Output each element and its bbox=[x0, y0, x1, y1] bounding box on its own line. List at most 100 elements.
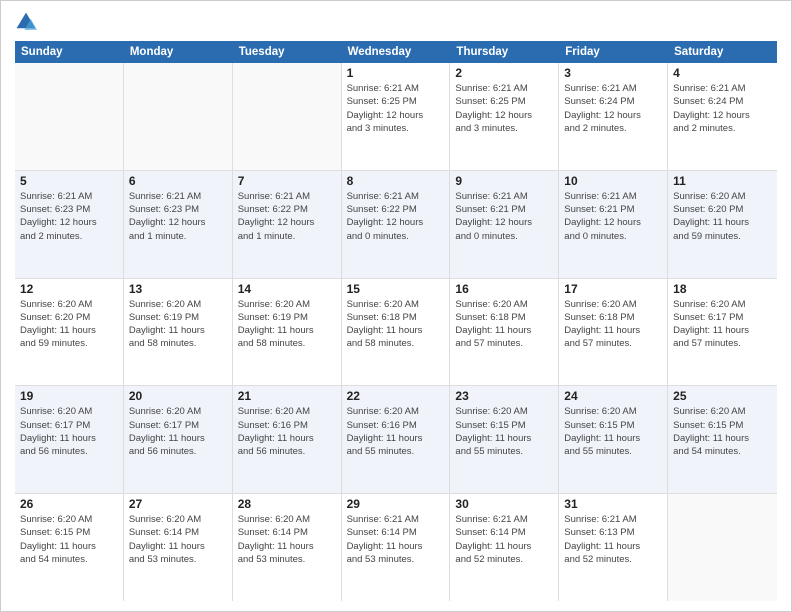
weekday-header: Monday bbox=[124, 41, 233, 63]
day-number: 3 bbox=[564, 66, 662, 80]
day-number: 31 bbox=[564, 497, 662, 511]
day-number: 16 bbox=[455, 282, 553, 296]
calendar-row: 5 Sunrise: 6:21 AM Sunset: 6:23 PM Daylig… bbox=[15, 171, 777, 279]
day-info: Sunrise: 6:20 AM Sunset: 6:16 PM Dayligh… bbox=[238, 405, 336, 458]
day-number: 30 bbox=[455, 497, 553, 511]
calendar-cell bbox=[124, 63, 233, 170]
calendar-cell: 31 Sunrise: 6:21 AM Sunset: 6:13 PM Dayli… bbox=[559, 494, 668, 601]
day-info: Sunrise: 6:20 AM Sunset: 6:18 PM Dayligh… bbox=[564, 298, 662, 351]
day-number: 23 bbox=[455, 389, 553, 403]
calendar-cell: 3 Sunrise: 6:21 AM Sunset: 6:24 PM Daylig… bbox=[559, 63, 668, 170]
calendar-cell: 7 Sunrise: 6:21 AM Sunset: 6:22 PM Daylig… bbox=[233, 171, 342, 278]
calendar-cell: 16 Sunrise: 6:20 AM Sunset: 6:18 PM Dayli… bbox=[450, 279, 559, 386]
day-info: Sunrise: 6:20 AM Sunset: 6:15 PM Dayligh… bbox=[20, 513, 118, 566]
calendar-cell: 1Sunrise: 6:21 AM Sunset: 6:25 PM Daylig… bbox=[342, 63, 451, 170]
calendar-cell: 30 Sunrise: 6:21 AM Sunset: 6:14 PM Dayli… bbox=[450, 494, 559, 601]
calendar-cell: 6Sunrise: 6:21 AM Sunset: 6:23 PM Daylig… bbox=[124, 171, 233, 278]
calendar-cell bbox=[15, 63, 124, 170]
logo-icon bbox=[15, 11, 37, 33]
day-number: 19 bbox=[20, 389, 118, 403]
day-number: 8 bbox=[347, 174, 445, 188]
calendar-cell: 23 Sunrise: 6:20 AM Sunset: 6:15 PM Dayli… bbox=[450, 386, 559, 493]
day-number: 11 bbox=[673, 174, 772, 188]
day-number: 12 bbox=[20, 282, 118, 296]
day-number: 28 bbox=[238, 497, 336, 511]
day-info: Sunrise: 6:21 AM Sunset: 6:21 PM Dayligh… bbox=[564, 190, 662, 243]
day-info: Sunrise: 6:20 AM Sunset: 6:15 PM Dayligh… bbox=[455, 405, 553, 458]
day-info: Sunrise: 6:21 AM Sunset: 6:24 PM Dayligh… bbox=[673, 82, 772, 135]
calendar-cell: 28 Sunrise: 6:20 AM Sunset: 6:14 PM Dayli… bbox=[233, 494, 342, 601]
day-number: 2 bbox=[455, 66, 553, 80]
weekday-header: Saturday bbox=[668, 41, 777, 63]
day-info: Sunrise: 6:20 AM Sunset: 6:19 PM Dayligh… bbox=[129, 298, 227, 351]
weekday-header: Tuesday bbox=[233, 41, 342, 63]
calendar-row: 26Sunrise: 6:20 AM Sunset: 6:15 PM Dayli… bbox=[15, 494, 777, 601]
calendar-header: SundayMondayTuesdayWednesdayThursdayFrid… bbox=[15, 41, 777, 63]
calendar-row: 12 Sunrise: 6:20 AM Sunset: 6:20 PM Dayli… bbox=[15, 279, 777, 387]
day-number: 10 bbox=[564, 174, 662, 188]
calendar-cell: 12 Sunrise: 6:20 AM Sunset: 6:20 PM Dayli… bbox=[15, 279, 124, 386]
day-info: Sunrise: 6:21 AM Sunset: 6:22 PM Dayligh… bbox=[347, 190, 445, 243]
day-number: 14 bbox=[238, 282, 336, 296]
day-info: Sunrise: 6:21 AM Sunset: 6:21 PM Dayligh… bbox=[455, 190, 553, 243]
day-number: 22 bbox=[347, 389, 445, 403]
day-info: Sunrise: 6:21 AM Sunset: 6:14 PM Dayligh… bbox=[455, 513, 553, 566]
calendar-cell: 18 Sunrise: 6:20 AM Sunset: 6:17 PM Dayli… bbox=[668, 279, 777, 386]
day-number: 4 bbox=[673, 66, 772, 80]
calendar-cell: 20 Sunrise: 6:20 AM Sunset: 6:17 PM Dayli… bbox=[124, 386, 233, 493]
day-number: 20 bbox=[129, 389, 227, 403]
calendar-cell: 29 Sunrise: 6:21 AM Sunset: 6:14 PM Dayli… bbox=[342, 494, 451, 601]
day-number: 17 bbox=[564, 282, 662, 296]
calendar-row: 19 Sunrise: 6:20 AM Sunset: 6:17 PM Dayli… bbox=[15, 386, 777, 494]
header bbox=[15, 11, 777, 33]
day-info: Sunrise: 6:20 AM Sunset: 6:18 PM Dayligh… bbox=[455, 298, 553, 351]
calendar-cell: 5Sunrise: 6:21 AM Sunset: 6:23 PM Daylig… bbox=[15, 171, 124, 278]
day-info: Sunrise: 6:20 AM Sunset: 6:20 PM Dayligh… bbox=[20, 298, 118, 351]
calendar-cell: 17 Sunrise: 6:20 AM Sunset: 6:18 PM Dayli… bbox=[559, 279, 668, 386]
day-info: Sunrise: 6:21 AM Sunset: 6:22 PM Dayligh… bbox=[238, 190, 336, 243]
calendar-cell: 22 Sunrise: 6:20 AM Sunset: 6:16 PM Dayli… bbox=[342, 386, 451, 493]
day-info: Sunrise: 6:20 AM Sunset: 6:15 PM Dayligh… bbox=[564, 405, 662, 458]
calendar-cell: 24Sunrise: 6:20 AM Sunset: 6:15 PM Dayli… bbox=[559, 386, 668, 493]
day-info: Sunrise: 6:21 AM Sunset: 6:24 PM Dayligh… bbox=[564, 82, 662, 135]
calendar-cell: 26Sunrise: 6:20 AM Sunset: 6:15 PM Dayli… bbox=[15, 494, 124, 601]
day-info: Sunrise: 6:20 AM Sunset: 6:18 PM Dayligh… bbox=[347, 298, 445, 351]
calendar-cell: 4 Sunrise: 6:21 AM Sunset: 6:24 PM Daylig… bbox=[668, 63, 777, 170]
calendar-cell: 27 Sunrise: 6:20 AM Sunset: 6:14 PM Dayli… bbox=[124, 494, 233, 601]
calendar-cell: 14 Sunrise: 6:20 AM Sunset: 6:19 PM Dayli… bbox=[233, 279, 342, 386]
calendar-cell: 25Sunrise: 6:20 AM Sunset: 6:15 PM Dayli… bbox=[668, 386, 777, 493]
day-number: 18 bbox=[673, 282, 772, 296]
day-number: 7 bbox=[238, 174, 336, 188]
calendar-cell: 15 Sunrise: 6:20 AM Sunset: 6:18 PM Dayli… bbox=[342, 279, 451, 386]
calendar-cell bbox=[668, 494, 777, 601]
day-info: Sunrise: 6:20 AM Sunset: 6:16 PM Dayligh… bbox=[347, 405, 445, 458]
day-number: 15 bbox=[347, 282, 445, 296]
day-number: 27 bbox=[129, 497, 227, 511]
weekday-header: Friday bbox=[559, 41, 668, 63]
calendar-cell: 9Sunrise: 6:21 AM Sunset: 6:21 PM Daylig… bbox=[450, 171, 559, 278]
calendar-cell: 19 Sunrise: 6:20 AM Sunset: 6:17 PM Dayli… bbox=[15, 386, 124, 493]
calendar-cell: 21 Sunrise: 6:20 AM Sunset: 6:16 PM Dayli… bbox=[233, 386, 342, 493]
day-info: Sunrise: 6:20 AM Sunset: 6:17 PM Dayligh… bbox=[129, 405, 227, 458]
calendar-cell: 8 Sunrise: 6:21 AM Sunset: 6:22 PM Daylig… bbox=[342, 171, 451, 278]
calendar-cell bbox=[233, 63, 342, 170]
day-info: Sunrise: 6:20 AM Sunset: 6:19 PM Dayligh… bbox=[238, 298, 336, 351]
day-number: 13 bbox=[129, 282, 227, 296]
day-number: 5 bbox=[20, 174, 118, 188]
day-info: Sunrise: 6:20 AM Sunset: 6:17 PM Dayligh… bbox=[20, 405, 118, 458]
day-info: Sunrise: 6:20 AM Sunset: 6:14 PM Dayligh… bbox=[238, 513, 336, 566]
day-number: 1 bbox=[347, 66, 445, 80]
day-info: Sunrise: 6:21 AM Sunset: 6:14 PM Dayligh… bbox=[347, 513, 445, 566]
day-info: Sunrise: 6:20 AM Sunset: 6:14 PM Dayligh… bbox=[129, 513, 227, 566]
day-info: Sunrise: 6:21 AM Sunset: 6:13 PM Dayligh… bbox=[564, 513, 662, 566]
weekday-header: Thursday bbox=[450, 41, 559, 63]
day-info: Sunrise: 6:20 AM Sunset: 6:20 PM Dayligh… bbox=[673, 190, 772, 243]
logo bbox=[15, 11, 41, 33]
day-number: 29 bbox=[347, 497, 445, 511]
calendar-cell: 10 Sunrise: 6:21 AM Sunset: 6:21 PM Dayli… bbox=[559, 171, 668, 278]
weekday-header: Wednesday bbox=[342, 41, 451, 63]
calendar-page: SundayMondayTuesdayWednesdayThursdayFrid… bbox=[0, 0, 792, 612]
day-info: Sunrise: 6:21 AM Sunset: 6:23 PM Dayligh… bbox=[129, 190, 227, 243]
day-info: Sunrise: 6:20 AM Sunset: 6:17 PM Dayligh… bbox=[673, 298, 772, 351]
day-number: 21 bbox=[238, 389, 336, 403]
